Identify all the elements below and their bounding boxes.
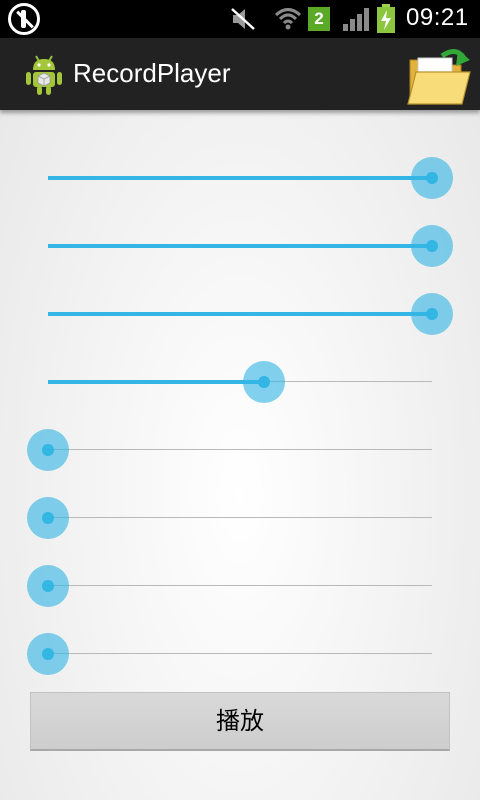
seekbar-thumb[interactable] bbox=[27, 429, 69, 471]
seekbar-progress bbox=[48, 244, 432, 248]
seekbar-progress bbox=[48, 312, 432, 316]
seekbar-thumb[interactable] bbox=[243, 361, 285, 403]
android-robot-icon bbox=[26, 55, 62, 95]
seekbar-thumb[interactable] bbox=[27, 497, 69, 539]
seekbar-8[interactable] bbox=[27, 629, 452, 679]
seekbar-thumb[interactable] bbox=[27, 565, 69, 607]
seekbar-track bbox=[48, 653, 432, 654]
seekbar-track bbox=[48, 449, 432, 450]
seekbar-thumb-center bbox=[42, 512, 54, 524]
seekbar-7[interactable] bbox=[27, 561, 452, 611]
play-button[interactable]: 播放 bbox=[30, 692, 450, 751]
usb-debug-icon bbox=[8, 3, 40, 35]
status-bar: 2 09:21 bbox=[0, 0, 480, 38]
seekbar-thumb-center bbox=[42, 580, 54, 592]
seekbar-thumb-center bbox=[258, 376, 270, 388]
seekbar-thumb[interactable] bbox=[411, 225, 453, 267]
seekbar-1[interactable] bbox=[28, 153, 453, 203]
action-bar: RecordPlayer bbox=[0, 38, 480, 110]
wifi-icon bbox=[274, 8, 302, 30]
seekbar-thumb-center bbox=[426, 308, 438, 320]
battery-charging-icon bbox=[377, 4, 395, 33]
seekbar-thumb-center bbox=[426, 240, 438, 252]
seekbar-track bbox=[48, 517, 432, 518]
seekbar-4[interactable] bbox=[28, 357, 452, 407]
seekbar-thumb[interactable] bbox=[411, 293, 453, 335]
seekbar-track bbox=[48, 585, 432, 586]
seekbar-3[interactable] bbox=[28, 289, 453, 339]
seekbar-progress bbox=[48, 380, 264, 384]
seekbar-thumb-center bbox=[42, 648, 54, 660]
seekbar-thumb[interactable] bbox=[27, 633, 69, 675]
seekbar-thumb-center bbox=[42, 444, 54, 456]
seekbar-6[interactable] bbox=[27, 493, 452, 543]
mute-icon bbox=[231, 8, 255, 30]
seekbar-thumb[interactable] bbox=[411, 157, 453, 199]
clock-time: 09:21 bbox=[406, 4, 469, 31]
seekbar-progress bbox=[48, 176, 432, 180]
seekbar-thumb-center bbox=[426, 172, 438, 184]
seekbar-5[interactable] bbox=[27, 425, 452, 475]
app-title: RecordPlayer bbox=[73, 58, 231, 88]
signal-icon bbox=[343, 8, 369, 31]
open-folder-icon[interactable] bbox=[406, 44, 472, 106]
seekbar-2[interactable] bbox=[28, 221, 453, 271]
sim-icon: 2 bbox=[308, 7, 330, 31]
